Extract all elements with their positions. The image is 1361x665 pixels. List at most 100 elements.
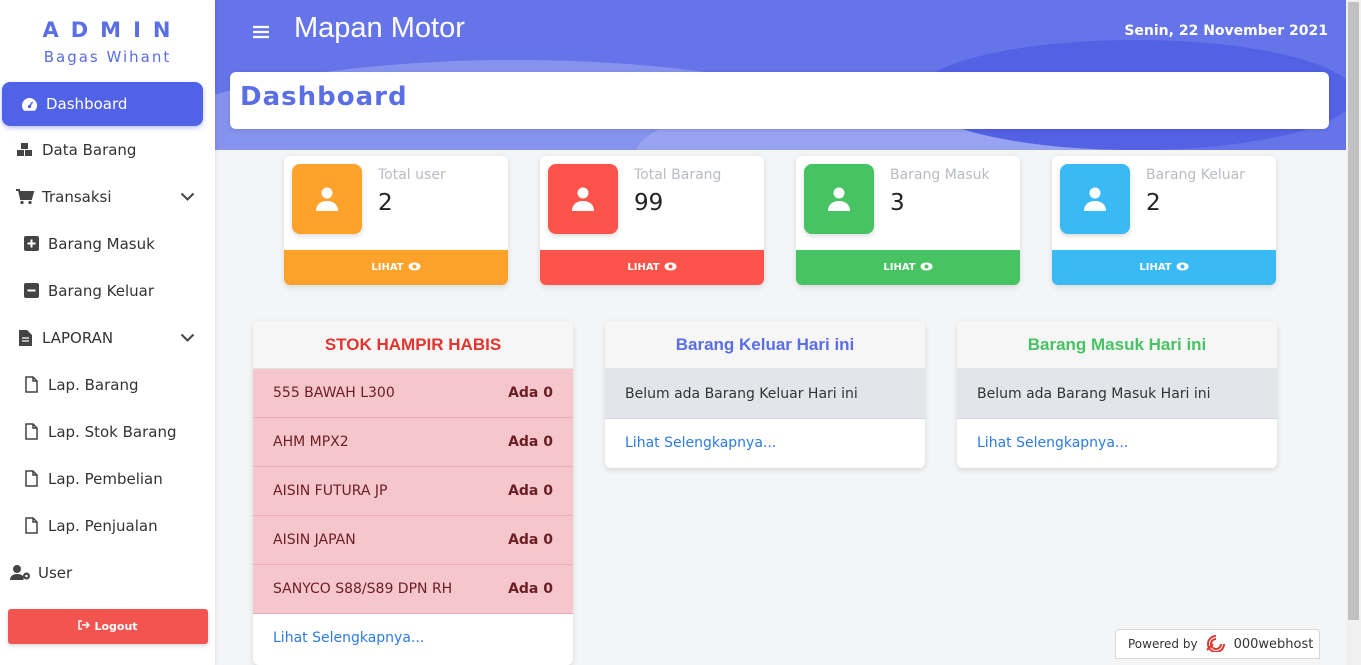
sidebar: ADMIN Bagas Wihant Dashboard Data Barang… xyxy=(0,0,215,665)
item-amount: Ada 0 xyxy=(508,532,553,548)
sidebar-item-dashboard[interactable]: Dashboard xyxy=(2,82,203,126)
stat-value: 2 xyxy=(378,190,393,216)
sidebar-item-barang-masuk[interactable]: Barang Masuk xyxy=(0,220,215,267)
users-cog-icon xyxy=(10,564,32,581)
sidebar-item-label: LAPORAN xyxy=(42,328,114,347)
brand-title: ADMIN xyxy=(42,18,183,42)
stat-card-barang-masuk: Barang Masuk 3 LIHAT xyxy=(796,156,1020,285)
user-icon xyxy=(548,164,618,234)
sidebar-item-label: Data Barang xyxy=(42,140,137,159)
see-more-link[interactable]: Lihat Selengkapnya... xyxy=(253,614,573,662)
user-icon xyxy=(1060,164,1130,234)
sidebar-item-lap-pembelian[interactable]: Lap. Pembelian xyxy=(0,455,215,502)
stat-action-label: LIHAT xyxy=(883,262,916,273)
stat-view-button[interactable]: LIHAT xyxy=(284,250,508,285)
sidebar-item-transaksi[interactable]: Transaksi xyxy=(0,173,215,220)
sidebar-item-label: Lap. Stok Barang xyxy=(48,422,177,441)
stat-value: 3 xyxy=(890,190,905,216)
minus-square-icon xyxy=(20,283,42,298)
item-name: AISIN JAPAN xyxy=(273,532,356,548)
goods-out-today-panel: Barang Keluar Hari ini Belum ada Barang … xyxy=(605,321,925,468)
stat-view-button[interactable]: LIHAT xyxy=(796,250,1020,285)
user-icon xyxy=(804,164,874,234)
stat-label: Total Barang xyxy=(634,167,722,183)
sidebar-item-lap-penjualan[interactable]: Lap. Penjualan xyxy=(0,502,215,549)
stat-action-label: LIHAT xyxy=(1139,262,1172,273)
empty-message: Belum ada Barang Keluar Hari ini xyxy=(605,369,925,419)
low-stock-panel: STOK HAMPIR HABIS 555 BAWAH L300 Ada 0 A… xyxy=(253,321,573,665)
list-item: AISIN FUTURA JP Ada 0 xyxy=(253,467,573,516)
eye-icon xyxy=(664,262,677,274)
file-icon xyxy=(20,423,42,440)
see-more-link[interactable]: Lihat Selengkapnya... xyxy=(605,419,925,467)
panel-title: STOK HAMPIR HABIS xyxy=(253,321,573,369)
sidebar-nav: Dashboard Data Barang Transaksi Barang M… xyxy=(0,82,215,596)
cubes-icon xyxy=(14,142,36,157)
stat-card-total-barang: Total Barang 99 LIHAT xyxy=(540,156,764,285)
file-icon xyxy=(20,517,42,534)
sidebar-item-label: Lap. Barang xyxy=(48,375,139,394)
page-scrollbar[interactable] xyxy=(1346,0,1361,665)
file-icon xyxy=(20,376,42,393)
chevron-down-icon xyxy=(180,188,195,206)
stat-value: 99 xyxy=(634,190,664,216)
sidebar-item-lap-stok-barang[interactable]: Lap. Stok Barang xyxy=(0,408,215,455)
panel-title: Barang Masuk Hari ini xyxy=(957,321,1277,369)
sidebar-item-label: Dashboard xyxy=(46,95,128,113)
hamburger-menu-icon[interactable] xyxy=(253,20,269,44)
sidebar-item-user[interactable]: User xyxy=(0,549,215,596)
sidebar-item-data-barang[interactable]: Data Barang xyxy=(0,126,215,173)
list-item: SANYCO S88/S89 DPN RH Ada 0 xyxy=(253,565,573,614)
item-amount: Ada 0 xyxy=(508,581,553,597)
sidebar-item-label: User xyxy=(38,563,73,582)
stat-action-label: LIHAT xyxy=(627,262,660,273)
goods-in-today-panel: Barang Masuk Hari ini Belum ada Barang M… xyxy=(957,321,1277,468)
dashboard-icon xyxy=(18,97,40,112)
sidebar-item-label: Lap. Pembelian xyxy=(48,469,163,488)
powered-host: 000webhost xyxy=(1233,636,1314,652)
item-name: SANYCO S88/S89 DPN RH xyxy=(273,581,453,597)
logout-button[interactable]: Logout xyxy=(8,609,208,644)
document-icon xyxy=(14,329,36,346)
cart-icon xyxy=(14,188,36,205)
eye-icon xyxy=(1176,262,1189,274)
page-title: Dashboard xyxy=(240,82,408,112)
see-more-link[interactable]: Lihat Selengkapnya... xyxy=(957,419,1277,467)
plus-square-icon xyxy=(20,236,42,251)
panel-title: Barang Keluar Hari ini xyxy=(605,321,925,369)
stat-view-button[interactable]: LIHAT xyxy=(540,250,764,285)
stat-label: Barang Masuk xyxy=(890,167,990,183)
powered-prefix: Powered by xyxy=(1128,637,1198,651)
stat-view-button[interactable]: LIHAT xyxy=(1052,250,1276,285)
item-amount: Ada 0 xyxy=(508,385,553,401)
stat-value: 2 xyxy=(1146,190,1161,216)
item-name: AHM MPX2 xyxy=(273,434,349,450)
chevron-down-icon xyxy=(180,329,195,347)
sidebar-item-label: Lap. Penjualan xyxy=(48,516,158,535)
stat-action-label: LIHAT xyxy=(371,262,404,273)
sidebar-item-label: Barang Masuk xyxy=(48,234,155,253)
stat-label: Barang Keluar xyxy=(1146,167,1245,183)
list-item: AHM MPX2 Ada 0 xyxy=(253,418,573,467)
sidebar-item-label: Barang Keluar xyxy=(48,281,154,300)
sidebar-item-lap-barang[interactable]: Lap. Barang xyxy=(0,361,215,408)
empty-message: Belum ada Barang Masuk Hari ini xyxy=(957,369,1277,419)
current-date: Senin, 22 November 2021 xyxy=(1124,23,1328,39)
eye-icon xyxy=(920,262,933,274)
powered-by-badge[interactable]: Powered by 000webhost xyxy=(1115,629,1320,659)
item-amount: Ada 0 xyxy=(508,434,553,450)
item-name: 555 BAWAH L300 xyxy=(273,385,395,401)
file-icon xyxy=(20,470,42,487)
item-name: AISIN FUTURA JP xyxy=(273,483,388,499)
app-title: Mapan Motor xyxy=(294,12,465,44)
page-title-card: Dashboard xyxy=(230,72,1329,129)
sidebar-item-laporan[interactable]: LAPORAN xyxy=(0,314,215,361)
scrollbar-thumb[interactable] xyxy=(1348,2,1359,620)
sidebar-item-label: Transaksi xyxy=(42,187,112,206)
sidebar-item-barang-keluar[interactable]: Barang Keluar xyxy=(0,267,215,314)
user-icon xyxy=(292,164,362,234)
stat-card-barang-keluar: Barang Keluar 2 LIHAT xyxy=(1052,156,1276,285)
logout-label: Logout xyxy=(94,620,138,633)
item-amount: Ada 0 xyxy=(508,483,553,499)
sign-out-icon xyxy=(78,620,91,633)
